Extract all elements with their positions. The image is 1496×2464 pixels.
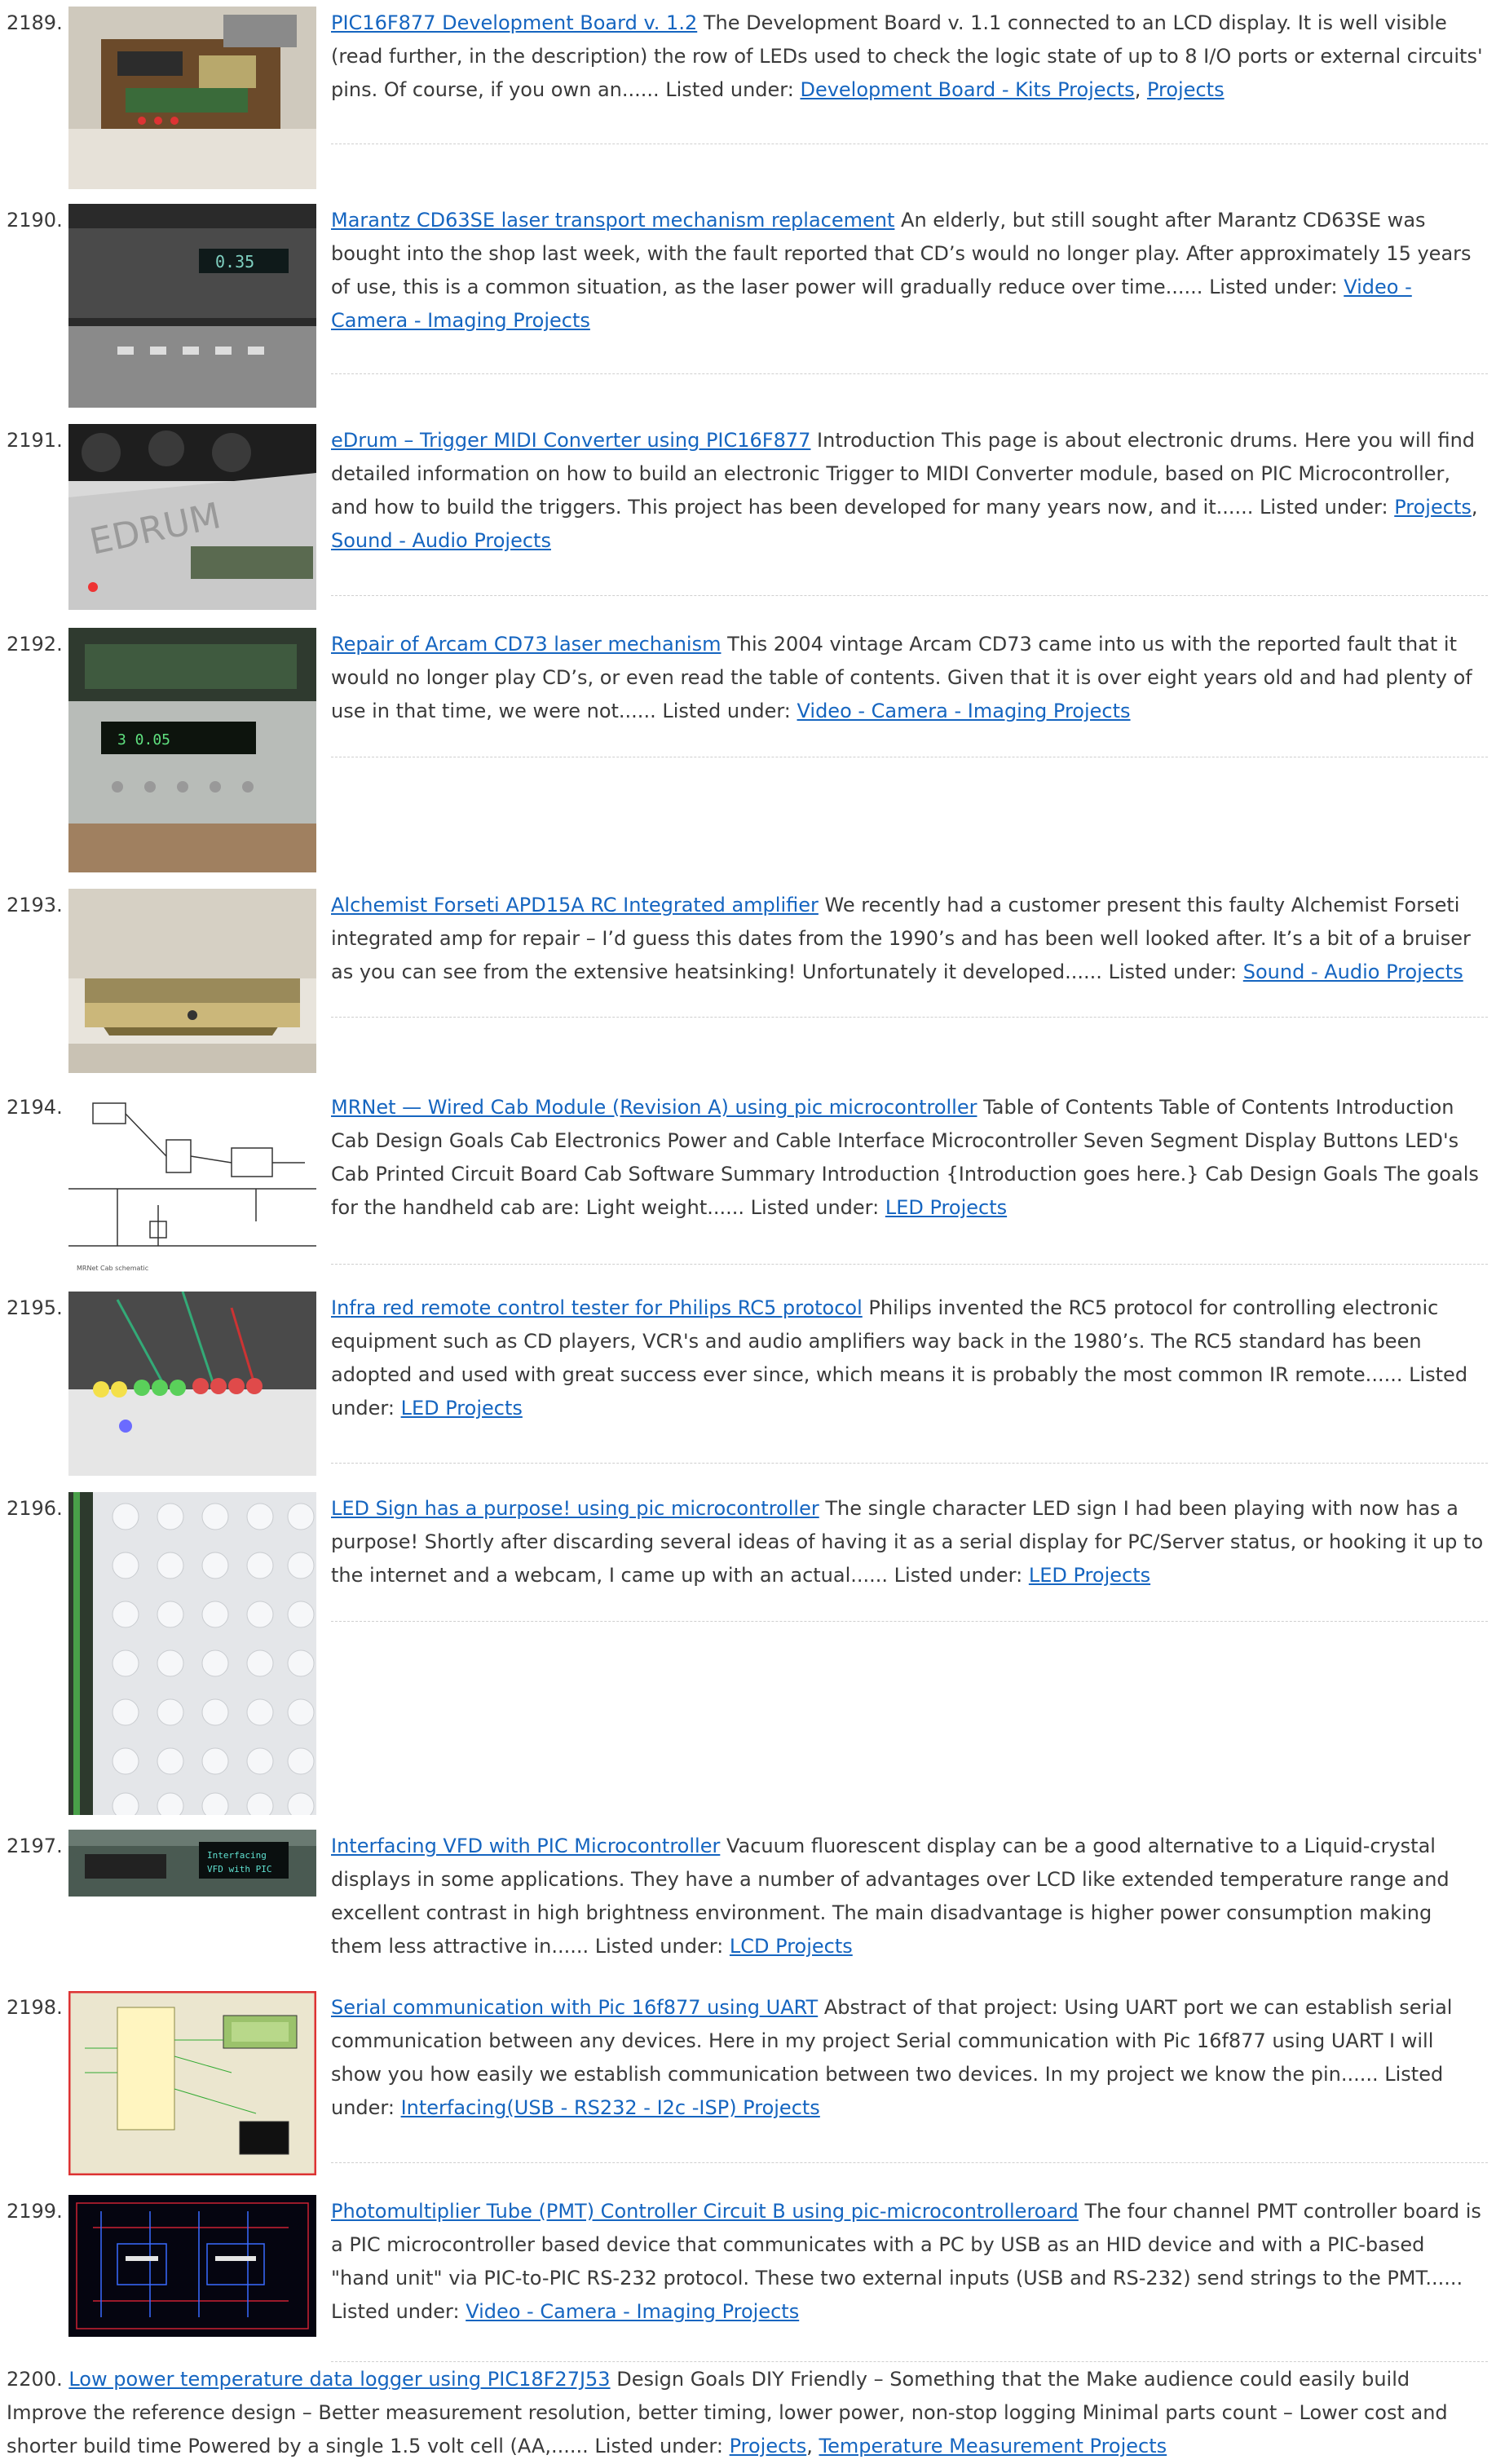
list-item: 2190. 0.35 Marantz CD63SE laser transpor…: [0, 204, 1496, 408]
item-description: PIC16F877 Development Board v. 1.2 The D…: [331, 11, 1483, 101]
item-description: Repair of Arcam CD73 laser mechanism Thi…: [331, 633, 1472, 722]
item-number: 2191.: [7, 429, 63, 452]
separator: [331, 2361, 1488, 2362]
item-thumbnail[interactable]: MRNet Cab schematic: [68, 1091, 316, 1277]
item-title-link[interactable]: PIC16F877 Development Board v. 1.2: [331, 11, 697, 34]
item-title-link[interactable]: Low power temperature data logger using …: [68, 2368, 610, 2391]
item-thumbnail[interactable]: 0.35: [68, 204, 316, 408]
item-title-link[interactable]: MRNet — Wired Cab Module (Revision A) us…: [331, 1096, 977, 1119]
item-number: 2196.: [7, 1497, 63, 1520]
item-number: 2193.: [7, 894, 63, 916]
item-description: Photomultiplier Tube (PMT) Controller Ci…: [331, 2200, 1481, 2323]
category-link[interactable]: Sound - Audio Projects: [331, 529, 551, 552]
list-item: 2191. EDRUM eDrum – Trigger MIDI Convert…: [0, 424, 1496, 610]
category-link[interactable]: Projects: [1147, 78, 1225, 101]
item-number: 2200.: [7, 2368, 63, 2391]
item-description: Interfacing VFD with PIC Microcontroller…: [331, 1835, 1450, 1958]
item-description: LED Sign has a purpose! using pic microc…: [331, 1497, 1484, 1587]
item-title-link[interactable]: Alchemist Forseti APD15A RC Integrated a…: [331, 894, 819, 916]
item-number: 2195.: [7, 1296, 63, 1319]
separator: [331, 1264, 1488, 1265]
item-thumbnail[interactable]: [68, 2195, 316, 2337]
list-item: 2195. Infra red remote control tester fo…: [0, 1292, 1496, 1476]
separator: [331, 2162, 1488, 2163]
item-number: 2189.: [7, 11, 63, 34]
item-number: 2194.: [7, 1096, 63, 1119]
category-link[interactable]: LED Projects: [401, 1397, 523, 1420]
item-title-link[interactable]: Marantz CD63SE laser transport mechanism…: [331, 209, 894, 232]
item-description: Serial communication with Pic 16f877 usi…: [331, 1996, 1453, 2119]
list-item: 2197. Interfacing VFD with PIC Interfaci…: [0, 1830, 1496, 1968]
separator: [331, 1017, 1488, 1018]
svg-text:3 0.05: 3 0.05: [117, 731, 170, 748]
item-thumbnail[interactable]: [68, 1292, 316, 1476]
list-item: 2189. PIC16F877 Development Board v. 1.2…: [0, 7, 1496, 189]
item-number: 2190.: [7, 209, 63, 232]
item-thumbnail[interactable]: [68, 1492, 316, 1815]
item-thumbnail[interactable]: [68, 1991, 316, 2175]
item-number: 2197.: [7, 1835, 63, 1857]
list-item: 2194. MRNet Cab schematic MRNet — Wired …: [0, 1091, 1496, 1277]
svg-text:0.35: 0.35: [215, 252, 254, 272]
item-title-link[interactable]: LED Sign has a purpose! using pic microc…: [331, 1497, 819, 1520]
item-thumbnail[interactable]: [68, 889, 316, 1073]
category-link[interactable]: Temperature Measurement Projects: [819, 2435, 1167, 2457]
item-description: eDrum – Trigger MIDI Converter using PIC…: [331, 429, 1478, 552]
item-title-link[interactable]: Serial communication with Pic 16f877 usi…: [331, 1996, 818, 2019]
separator: [331, 373, 1488, 374]
list-item: 2192. 3 0.05 Repair of Arcam CD73 laser …: [0, 628, 1496, 872]
category-link[interactable]: LED Projects: [885, 1196, 1007, 1219]
list-item: 2198. Serial communication with Pic 16f8…: [0, 1991, 1496, 2179]
item-title-link[interactable]: eDrum – Trigger MIDI Converter using PIC…: [331, 429, 810, 452]
item-description: Alchemist Forseti APD15A RC Integrated a…: [331, 894, 1471, 983]
category-link[interactable]: Sound - Audio Projects: [1243, 960, 1463, 983]
item-thumbnail[interactable]: 3 0.05: [68, 628, 316, 872]
list-item: 2196. LED Sign has a purpose! using pic …: [0, 1492, 1496, 1815]
item-title-link[interactable]: Repair of Arcam CD73 laser mechanism: [331, 633, 721, 656]
list-item: 2199. Photomultiplier Tube (PMT) Control…: [0, 2195, 1496, 2337]
separator: [331, 595, 1488, 596]
category-link[interactable]: Development Board - Kits Projects: [800, 78, 1134, 101]
category-link[interactable]: Projects: [730, 2435, 807, 2457]
item-number: 2199.: [7, 2200, 63, 2223]
separator: [331, 1621, 1488, 1622]
item-description: Infra red remote control tester for Phil…: [331, 1296, 1468, 1420]
item-thumbnail[interactable]: EDRUM: [68, 424, 316, 610]
category-link[interactable]: Video - Camera - Imaging Projects: [466, 2300, 799, 2323]
item-thumbnail[interactable]: [68, 7, 316, 189]
category-link[interactable]: Video - Camera - Imaging Projects: [797, 700, 1131, 722]
category-link[interactable]: LCD Projects: [730, 1935, 853, 1958]
item-description: Marantz CD63SE laser transport mechanism…: [331, 209, 1472, 332]
item-number: 2198.: [7, 1996, 63, 2019]
list-item: 2200. Low power temperature data logger …: [0, 2363, 1496, 2464]
item-title-link[interactable]: Photomultiplier Tube (PMT) Controller Ci…: [331, 2200, 1079, 2223]
category-link[interactable]: Projects: [1394, 496, 1472, 519]
separator: [331, 1463, 1488, 1464]
item-title-link[interactable]: Interfacing VFD with PIC Microcontroller: [331, 1835, 720, 1857]
list-item: 2193. Alchemist Forseti APD15A RC Integr…: [0, 889, 1496, 1073]
category-link[interactable]: LED Projects: [1029, 1564, 1150, 1587]
item-description: 2200. Low power temperature data logger …: [7, 2368, 1448, 2457]
svg-text:MRNet Cab schematic: MRNet Cab schematic: [77, 1265, 148, 1272]
item-title-link[interactable]: Infra red remote control tester for Phil…: [331, 1296, 863, 1319]
category-link[interactable]: Interfacing(USB - RS232 - I2c -ISP) Proj…: [401, 2096, 820, 2119]
item-number: 2192.: [7, 633, 63, 656]
item-description: MRNet — Wired Cab Module (Revision A) us…: [331, 1096, 1479, 1219]
